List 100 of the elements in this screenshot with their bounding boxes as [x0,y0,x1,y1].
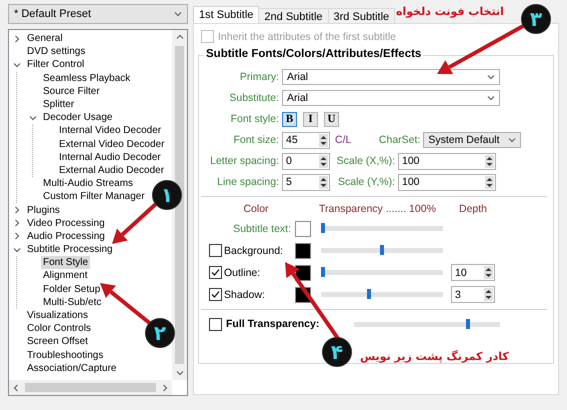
number-field[interactable]: 100 [398,174,496,190]
annotation-caption: کادر کمرنگ پشت زیر نویس [360,350,509,363]
font-style-toggle[interactable]: I [303,112,318,126]
dropdown[interactable]: Arial [282,69,500,85]
slider-thumb[interactable] [321,223,326,233]
tree-item[interactable]: Color Controls [25,322,93,336]
font-style-toggle[interactable]: B [282,112,297,126]
tree-item[interactable]: External Audio Decoder [57,164,166,177]
field-label: Line spacing: [216,176,279,188]
scroll-left-icon[interactable] [12,384,20,392]
field-label: Font style: [230,113,279,125]
field-label: Subtitle text: [233,222,291,234]
number-field[interactable]: 0 [282,152,330,170]
slider-thumb[interactable] [366,289,371,299]
slider-track[interactable] [321,292,443,297]
tree-item[interactable]: Subtitle Processing [25,243,115,256]
scroll-right-icon[interactable] [161,384,169,392]
checkbox-label: Full Transparency: [226,318,320,330]
spinner-arrows-icon[interactable] [484,288,493,301]
slider-track[interactable] [321,248,443,253]
column-header: Transparency ....... 100% [318,203,437,215]
number-field[interactable]: 45 [282,132,330,148]
tree-item[interactable]: Splitter [41,98,76,112]
font-style-toggle[interactable]: U [324,112,339,126]
color-swatch[interactable] [295,220,311,236]
tree-item[interactable]: Multi-Audio Streams [41,177,136,190]
field-label: Scale (Y,%): [337,176,395,188]
tree-item[interactable]: Screen Offset [25,335,90,348]
tree-item[interactable]: DVD settings [25,45,88,58]
tree-item[interactable]: Filter Control [25,58,86,72]
checkbox[interactable] [209,318,222,330]
chevron-right-icon[interactable] [13,232,21,240]
spinner-arrows-icon[interactable] [319,176,328,188]
scroll-down-icon[interactable] [176,369,184,377]
slider-thumb[interactable] [466,318,470,328]
tab[interactable]: 3rd Subtitle [328,8,396,23]
preset-dropdown[interactable]: * Default Preset [8,4,188,24]
number-field[interactable]: 5 [282,174,330,190]
tree-item[interactable]: Visualizations [25,309,90,322]
chevron-down-icon[interactable] [13,246,21,254]
spinner-arrows-icon[interactable] [485,154,494,168]
chevron-right-icon[interactable] [13,219,21,228]
tree-item[interactable]: Association/Capture [25,362,118,375]
number-field[interactable]: 3 [451,286,495,303]
tree-item[interactable]: Multi-Sub/etc [41,296,104,309]
dropdown[interactable]: System Default [423,132,522,148]
dropdown[interactable]: Arial [282,90,500,106]
color-swatch[interactable] [295,242,311,258]
group-title: Subtitle Fonts/Colors/Attributes/Effects [204,48,424,60]
slider-thumb[interactable] [380,245,384,255]
checkbox-label: Shadow: [224,288,265,300]
field-label: Letter spacing: [209,155,279,167]
horizontal-scrollbar[interactable] [9,380,172,395]
field-label: CharSet: [378,134,420,146]
annotation-arrow [112,200,160,244]
tree-item[interactable]: Troubleshootings [25,348,106,362]
tree-item[interactable]: Audio Processing [25,230,107,243]
tab[interactable]: 1st Subtitle [193,6,260,23]
field-label: Font size: [232,134,279,146]
tree-item[interactable]: External Video Decoder [57,138,166,151]
chevron-down-icon[interactable] [29,114,37,122]
checkbox[interactable] [209,288,222,301]
checkbox[interactable] [209,266,222,279]
spinner-arrows-icon[interactable] [485,176,494,188]
spinner-arrows-icon[interactable] [484,266,493,279]
scroll-up-icon[interactable] [176,33,184,41]
chevron-down-icon [487,73,495,81]
tree-item[interactable]: Alignment [41,269,90,282]
tab[interactable]: 2nd Subtitle [258,8,329,23]
slider-thumb[interactable] [321,267,326,277]
chevron-right-icon[interactable] [13,34,21,43]
tree-item[interactable]: Font Style [41,256,90,270]
tree-item[interactable]: Internal Video Decoder [57,124,164,138]
number-field[interactable]: 10 [451,264,495,281]
checkbox-label: Outline: [224,266,260,278]
vertical-scrollbar[interactable] [172,30,187,380]
tree-item[interactable]: Custom Filter Manager [41,190,147,204]
tree-item[interactable]: Decoder Usage [41,111,114,124]
annotation-caption: انتخاب فونت دلخواه [396,5,504,18]
chevron-right-icon[interactable] [13,206,21,214]
tree-item[interactable]: General [25,32,65,46]
column-header: Color [242,203,270,215]
spinner-arrows-icon[interactable] [319,134,328,146]
tree-item[interactable]: Video Processing [25,216,107,230]
tree-item[interactable]: Plugins [25,204,62,217]
tree-item[interactable]: Internal Audio Decoder [57,150,163,164]
spinner-arrows-icon[interactable] [319,154,328,168]
tree-item[interactable]: Source Filter [41,84,102,98]
field-label: Primary: [238,71,279,83]
tree-item[interactable]: Folder Setup [41,282,102,296]
column-header: Depth [459,203,488,215]
slider-track[interactable] [321,270,443,275]
number-field[interactable]: 100 [398,152,496,170]
chevron-down-icon [508,136,516,144]
slider-track[interactable] [354,322,500,326]
chevron-down-icon [174,10,182,18]
tree-item[interactable]: Seamless Playback [41,72,132,85]
slider-track[interactable] [321,226,443,231]
chevron-down-icon[interactable] [13,60,21,69]
checkbox[interactable] [209,244,222,257]
